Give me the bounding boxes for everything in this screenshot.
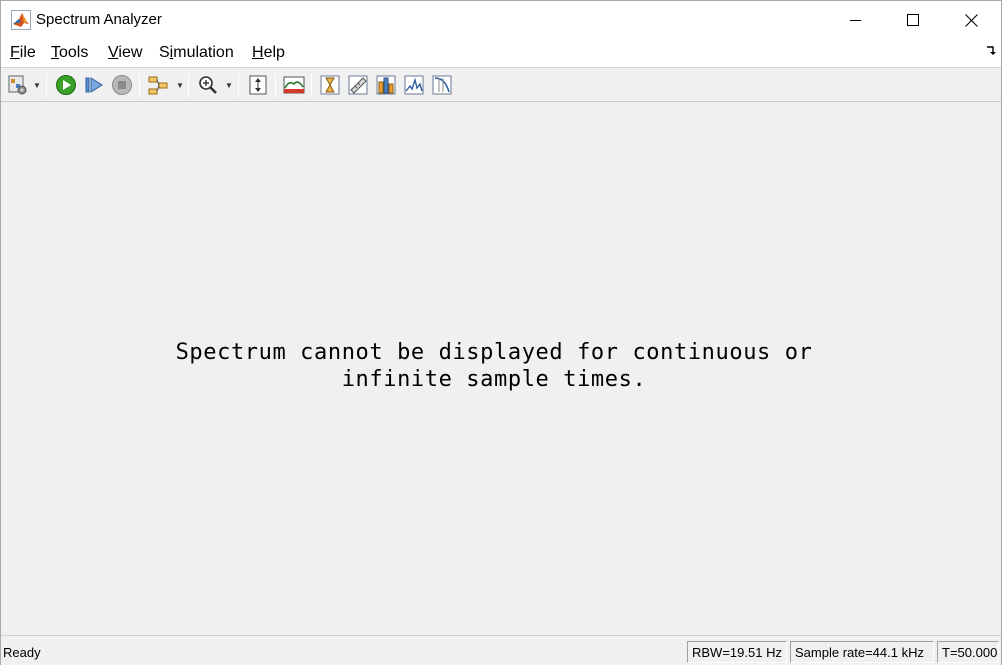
toolbar-separator bbox=[188, 73, 189, 97]
signal-select-dropdown-icon[interactable]: ▼ bbox=[176, 78, 184, 92]
settings-icon bbox=[8, 75, 27, 95]
signal-select-button[interactable] bbox=[146, 73, 170, 97]
status-ready: Ready bbox=[3, 645, 41, 660]
toolbar-separator bbox=[311, 73, 312, 97]
menu-tools[interactable]: Tools bbox=[51, 44, 88, 62]
measurement-button[interactable] bbox=[346, 73, 370, 97]
minimize-icon bbox=[850, 20, 861, 21]
window-title: Spectrum Analyzer bbox=[36, 11, 162, 28]
settings-button[interactable] bbox=[6, 73, 30, 97]
data-cursors-button[interactable] bbox=[318, 73, 342, 97]
spectrum-display-area: Spectrum cannot be displayed for continu… bbox=[1, 102, 1001, 635]
menu-help[interactable]: Help bbox=[252, 44, 285, 62]
measurement-icon bbox=[348, 75, 368, 95]
stop-icon bbox=[112, 75, 132, 95]
matlab-logo-icon bbox=[11, 10, 31, 30]
signal-select-icon bbox=[148, 76, 168, 95]
toolbar-separator bbox=[139, 73, 140, 97]
message-line-1: Spectrum cannot be displayed for continu… bbox=[175, 340, 813, 365]
maximize-icon bbox=[907, 14, 919, 26]
zoom-dropdown-icon[interactable]: ▼ bbox=[225, 78, 233, 92]
scale-axes-button[interactable] bbox=[246, 73, 270, 97]
channel-measurement-button[interactable] bbox=[402, 73, 426, 97]
minimize-button[interactable] bbox=[827, 1, 885, 39]
spectrum-view-icon bbox=[283, 76, 305, 94]
stop-button[interactable] bbox=[110, 73, 134, 97]
toolbar-separator bbox=[46, 73, 47, 97]
close-button[interactable] bbox=[942, 1, 1000, 39]
status-rbw: RBW=19.51 Hz bbox=[687, 641, 787, 663]
close-icon bbox=[964, 13, 978, 27]
toolbar: ▼ ▼ ▼ bbox=[1, 68, 1001, 102]
status-bar: Ready RBW=19.51 Hz Sample rate=44.1 kHz … bbox=[1, 635, 1001, 665]
run-button[interactable] bbox=[54, 73, 78, 97]
status-sample-rate: Sample rate=44.1 kHz bbox=[790, 641, 934, 663]
distortion-measurement-icon bbox=[432, 75, 452, 95]
menu-bar: File Tools View Simulation Help bbox=[1, 39, 1001, 68]
menu-view[interactable]: View bbox=[108, 44, 142, 62]
scale-axes-icon bbox=[249, 75, 267, 95]
undock-icon[interactable] bbox=[986, 45, 998, 59]
settings-dropdown-icon[interactable]: ▼ bbox=[33, 78, 41, 92]
status-time: T=50.000 bbox=[937, 641, 999, 663]
data-cursors-icon bbox=[320, 75, 340, 95]
peak-finder-icon bbox=[376, 75, 396, 95]
title-bar: Spectrum Analyzer bbox=[1, 1, 1001, 39]
message-line-2: infinite sample times. bbox=[341, 367, 647, 392]
menu-file[interactable]: File bbox=[10, 44, 36, 62]
zoom-in-icon bbox=[199, 76, 217, 94]
spectrum-analyzer-window: Spectrum Analyzer File Tools View Simula… bbox=[0, 0, 1002, 665]
zoom-in-button[interactable] bbox=[196, 73, 220, 97]
run-icon bbox=[56, 75, 76, 95]
toolbar-separator bbox=[238, 73, 239, 97]
spectrum-view-button[interactable] bbox=[282, 73, 306, 97]
step-forward-button[interactable] bbox=[82, 73, 106, 97]
peak-finder-button[interactable] bbox=[374, 73, 398, 97]
step-forward-icon bbox=[85, 77, 103, 93]
menu-simulation[interactable]: Simulation bbox=[159, 44, 234, 62]
distortion-measurement-button[interactable] bbox=[430, 73, 454, 97]
channel-measurement-icon bbox=[404, 75, 424, 95]
no-spectrum-message: Spectrum cannot be displayed for continu… bbox=[1, 339, 987, 393]
maximize-button[interactable] bbox=[884, 1, 942, 39]
toolbar-separator bbox=[275, 73, 276, 97]
